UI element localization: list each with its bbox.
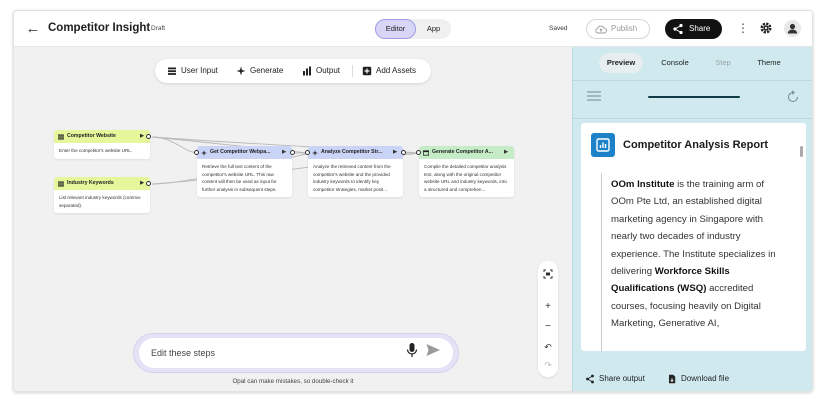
mode-switch: Editor App xyxy=(375,19,451,39)
draft-status: Draft xyxy=(151,25,166,32)
scrollbar-thumb[interactable] xyxy=(800,146,803,157)
quote-rule xyxy=(601,173,602,351)
node-title: Competitor Website xyxy=(67,133,116,139)
publish-button[interactable]: Publish xyxy=(586,19,650,39)
tab-theme[interactable]: Theme xyxy=(747,53,791,73)
input-port[interactable] xyxy=(194,150,199,155)
play-icon[interactable]: ▶ xyxy=(140,177,144,190)
org-name: OOm Institute xyxy=(611,179,675,190)
redo-icon[interactable]: ↷ xyxy=(538,359,558,371)
microphone-icon[interactable] xyxy=(405,342,419,358)
avatar[interactable] xyxy=(784,20,801,37)
play-icon[interactable]: ▶ xyxy=(140,130,144,143)
publish-label: Publish xyxy=(611,24,638,33)
mode-app-button[interactable]: App xyxy=(416,19,451,39)
tab-console[interactable]: Console xyxy=(653,53,697,73)
user-input-icon xyxy=(58,181,64,187)
node-generate-competitor-analysis[interactable]: Generate Competitor A... ▶ Compile the d… xyxy=(416,146,514,198)
zoom-in-icon[interactable]: + xyxy=(538,301,558,313)
user-icon xyxy=(787,23,798,34)
node-description: List relevant industry keywords (comma-s… xyxy=(59,195,142,208)
saved-status: Saved xyxy=(549,25,568,32)
panel-tabs: Preview Console Step Theme xyxy=(573,53,812,73)
node-header: Competitor Website ▶ xyxy=(54,130,150,143)
output-port[interactable] xyxy=(401,150,406,155)
tab-step[interactable]: Step xyxy=(705,53,741,73)
node-title: Analyze Competitor Str... xyxy=(321,149,383,155)
output-port[interactable] xyxy=(146,181,151,186)
edit-steps-bar: Edit these steps xyxy=(133,333,459,373)
share-icon xyxy=(673,23,683,35)
share-icon xyxy=(586,374,594,384)
node-analyze-competitor-strategy[interactable]: Analyze Competitor Str... ▶ Analyze the … xyxy=(305,146,406,198)
node-header: Get Competitor Webpa... ▶ xyxy=(197,146,292,159)
report-card: Competitor Analysis Report OOm Institute… xyxy=(581,123,806,351)
mode-editor-button[interactable]: Editor xyxy=(375,19,416,39)
node-description: Enter the competitor's website URL. xyxy=(59,148,133,153)
report-text: is the training arm of OOm Pte Ltd, an e… xyxy=(611,179,776,278)
node-title: Industry Keywords xyxy=(67,180,114,186)
input-port[interactable] xyxy=(305,150,310,155)
share-output-button[interactable]: Share output xyxy=(583,373,645,385)
tab-preview[interactable]: Preview xyxy=(599,53,643,73)
preview-panel: Preview Console Step Theme Competitor An… xyxy=(572,47,812,391)
cloud-upload-icon xyxy=(595,25,607,34)
back-arrow-icon[interactable]: ← xyxy=(24,20,42,38)
node-get-competitor-webpage[interactable]: Get Competitor Webpa... ▶ Retrieve the f… xyxy=(194,146,295,198)
sparkle-icon xyxy=(312,150,318,156)
app-title: Competitor Insight xyxy=(48,22,151,34)
undo-icon[interactable]: ↶ xyxy=(538,341,558,353)
play-icon[interactable]: ▶ xyxy=(393,146,397,159)
share-output-label: Share output xyxy=(599,374,645,383)
share-button[interactable]: Share xyxy=(665,19,722,39)
node-industry-keywords[interactable]: Industry Keywords ▶ List relevant indust… xyxy=(54,177,151,214)
fit-view-icon[interactable] xyxy=(538,269,558,283)
report-icon xyxy=(591,133,615,157)
zoom-controls: + − ↶ ↷ xyxy=(538,261,558,377)
send-icon[interactable] xyxy=(425,342,441,358)
progress-bar xyxy=(648,96,740,98)
zoom-out-icon[interactable]: − xyxy=(538,321,558,333)
node-header: Generate Competitor A... ▶ xyxy=(419,146,514,159)
report-title: Competitor Analysis Report xyxy=(623,139,769,151)
refresh-icon[interactable] xyxy=(786,90,800,104)
more-options-icon[interactable]: ⋮ xyxy=(737,21,749,35)
user-input-icon xyxy=(58,134,64,140)
top-bar: ← Competitor Insight Draft Editor App Sa… xyxy=(14,11,812,47)
divider xyxy=(573,80,812,81)
play-icon[interactable]: ▶ xyxy=(282,146,286,159)
menu-icon[interactable] xyxy=(587,91,601,101)
app-window: ← Competitor Insight Draft Editor App Sa… xyxy=(13,10,813,392)
web-page-icon xyxy=(423,150,429,156)
play-icon[interactable]: ▶ xyxy=(504,146,508,159)
node-competitor-website[interactable]: Competitor Website ▶ Enter the competito… xyxy=(54,130,151,159)
download-file-button[interactable]: Download file xyxy=(665,373,729,385)
divider xyxy=(573,118,812,119)
node-title: Generate Competitor A... xyxy=(432,149,493,155)
node-description: Analyze the retrieved content from the c… xyxy=(313,164,391,192)
node-description: Compile the detailed competitor analysis… xyxy=(424,164,507,192)
output-port[interactable] xyxy=(290,150,295,155)
flow-canvas[interactable]: User Input Generate Output Add Assets Co… xyxy=(14,47,572,391)
download-file-label: Download file xyxy=(681,374,730,383)
disclaimer-text: Opal can make mistakes, so double-check … xyxy=(232,378,354,385)
share-label: Share xyxy=(689,24,711,33)
input-port[interactable] xyxy=(416,150,421,155)
node-title: Get Competitor Webpa... xyxy=(210,149,271,155)
output-port[interactable] xyxy=(146,134,151,139)
report-body: OOm Institute is the training arm of OOm… xyxy=(611,176,789,333)
node-header: Industry Keywords ▶ xyxy=(54,177,150,190)
gear-icon[interactable] xyxy=(759,21,773,35)
sparkle-icon xyxy=(201,150,207,156)
node-header: Analyze Competitor Str... ▶ xyxy=(308,146,403,159)
node-description: Retrieve the full text content of the co… xyxy=(202,164,277,192)
file-download-icon xyxy=(669,374,676,384)
